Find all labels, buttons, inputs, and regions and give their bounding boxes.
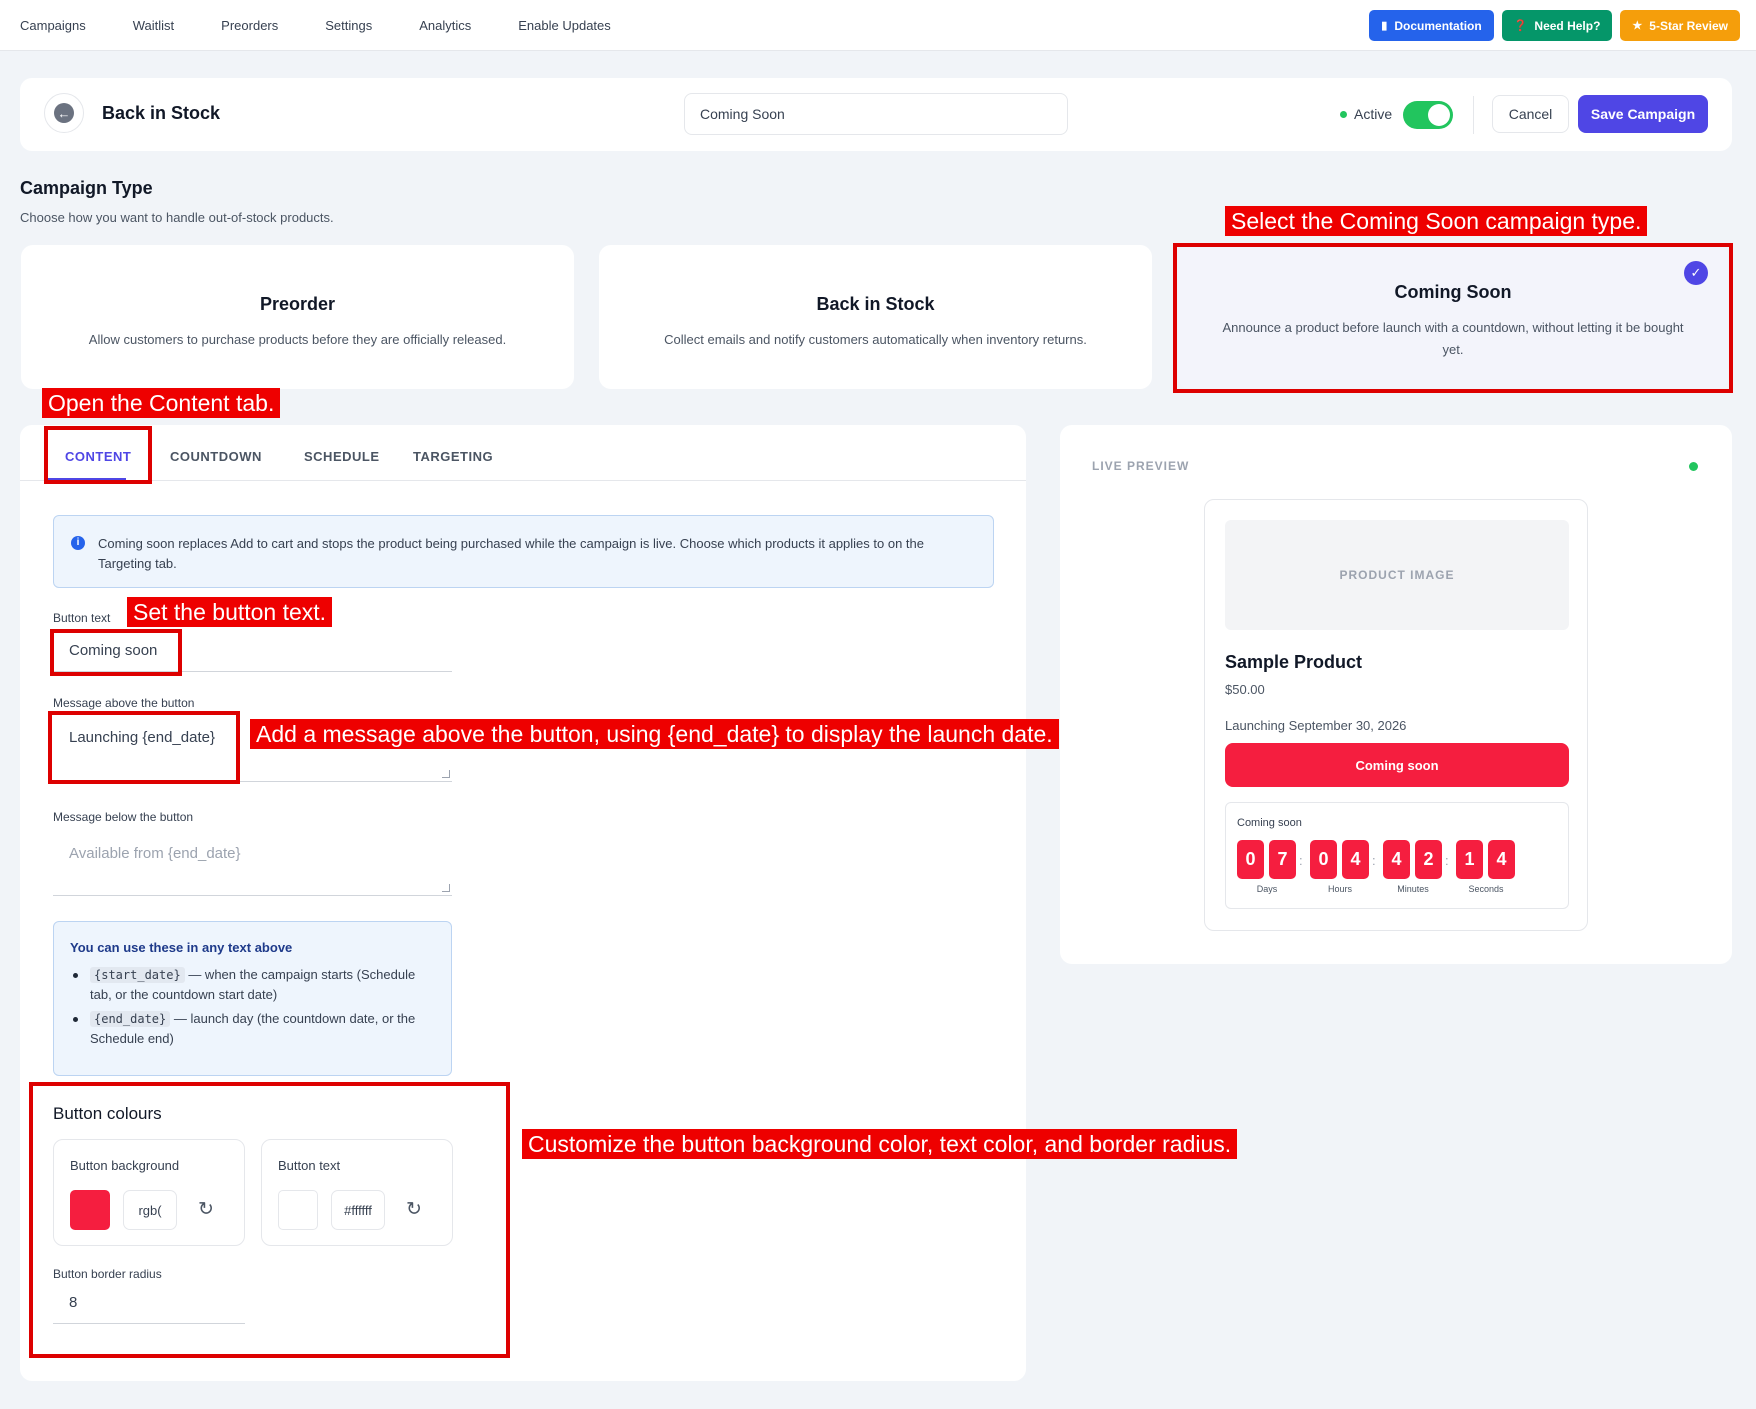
active-status: Active: [1340, 106, 1392, 122]
document-icon: ▮: [1381, 20, 1388, 32]
variable-item: {start_date} — when the campaign starts …: [70, 965, 435, 1005]
highlight-coming-soon: [1173, 243, 1733, 393]
top-nav: Campaigns Waitlist Preorders Settings An…: [0, 0, 1756, 51]
message-below-label: Message below the button: [53, 810, 194, 824]
campaign-name-input[interactable]: Coming Soon: [684, 93, 1068, 135]
variables-help: You can use these in any text above {sta…: [53, 921, 452, 1076]
product-preview-card: PRODUCT IMAGE Sample Product $50.00 Laun…: [1204, 499, 1588, 931]
nav-settings[interactable]: Settings: [325, 18, 372, 33]
page-title: Back in Stock: [102, 103, 221, 123]
review-label: 5-Star Review: [1649, 18, 1728, 33]
countdown-unit: Days: [1256, 884, 1278, 894]
live-preview-title: LIVE PREVIEW: [1092, 459, 1190, 473]
status-dot: [1340, 110, 1347, 118]
message-above-label: Message above the button: [53, 696, 195, 710]
countdown-colon: :: [1299, 853, 1303, 868]
back-button[interactable]: ←: [44, 93, 84, 133]
annotation-select-type: Select the Coming Soon campaign type.: [1225, 206, 1648, 236]
countdown-colon: :: [1445, 853, 1449, 868]
save-campaign-button[interactable]: Save Campaign: [1578, 95, 1708, 133]
info-text: Coming soon replaces Add to cart and sto…: [98, 536, 924, 571]
type-card-preorder[interactable]: Preorder Allow customers to purchase pro…: [21, 245, 574, 389]
highlight-message-above: [48, 711, 240, 784]
variable-code: {end_date}: [90, 1011, 171, 1027]
info-banner: i Coming soon replaces Add to cart and s…: [53, 515, 994, 588]
message-below-textarea[interactable]: Available from {end_date}: [53, 829, 452, 896]
resize-handle[interactable]: [442, 884, 450, 892]
active-label: Active: [1354, 106, 1393, 122]
question-circle-icon: ❓: [1513, 20, 1528, 32]
documentation-button[interactable]: ▮ Documentation: [1369, 10, 1494, 41]
highlight-button-text: [50, 629, 182, 676]
cancel-button[interactable]: Cancel: [1492, 95, 1569, 133]
countdown-unit: Minutes: [1397, 884, 1429, 894]
type-card-desc: Allow customers to purchase products bef…: [88, 332, 507, 347]
active-toggle[interactable]: [1403, 101, 1453, 129]
countdown-label: Coming soon: [1237, 817, 1302, 829]
countdown-digit: 4: [1342, 840, 1369, 879]
arrow-left-icon: ←: [54, 103, 74, 123]
message-below-placeholder: Available from {end_date}: [69, 845, 241, 862]
tab-countdown[interactable]: COUNTDOWN: [170, 449, 262, 464]
type-card-back-in-stock[interactable]: Back in Stock Collect emails and notify …: [599, 245, 1152, 389]
countdown-digit: 7: [1269, 840, 1296, 879]
countdown-unit: Hours: [1327, 884, 1352, 894]
campaign-type-title: Campaign Type: [20, 178, 153, 198]
nav-analytics[interactable]: Analytics: [419, 18, 471, 33]
button-text-label: Button text: [53, 611, 111, 625]
highlight-button-colours: [29, 1082, 510, 1358]
countdown-digit: 2: [1415, 840, 1442, 879]
tab-targeting[interactable]: TARGETING: [413, 449, 493, 464]
star-icon: ★: [1632, 20, 1643, 32]
divider: [1473, 96, 1474, 134]
need-help-label: Need Help?: [1534, 18, 1601, 33]
countdown-digit: 1: [1456, 840, 1483, 879]
live-dot: [1689, 462, 1698, 471]
tab-bar: CONTENT COUNTDOWN SCHEDULE TARGETING: [20, 425, 1026, 481]
annotation-message: Add a message above the button, using {e…: [250, 719, 1059, 749]
countdown-digit: 4: [1488, 840, 1515, 879]
type-card-title: Back in Stock: [816, 294, 935, 314]
nav-enable-updates[interactable]: Enable Updates: [518, 18, 611, 33]
launch-message: Launching September 30, 2026: [1225, 718, 1407, 733]
annotation-colours: Customize the button background color, t…: [522, 1129, 1238, 1159]
countdown-digit: 0: [1310, 840, 1337, 879]
campaign-type-subtitle: Choose how you want to handle out-of-sto…: [20, 210, 334, 225]
nav-campaigns[interactable]: Campaigns: [20, 18, 86, 33]
review-button[interactable]: ★ 5-Star Review: [1620, 10, 1740, 41]
preview-coming-soon-button: Coming soon: [1225, 743, 1569, 787]
info-icon: i: [71, 536, 85, 550]
campaign-header: ← Back in Stock Coming Soon Active Cance…: [20, 78, 1732, 151]
product-price: $50.00: [1225, 682, 1265, 697]
nav-waitlist[interactable]: Waitlist: [133, 18, 174, 33]
product-image-placeholder: PRODUCT IMAGE: [1225, 520, 1569, 630]
countdown-colon: :: [1372, 853, 1376, 868]
resize-handle[interactable]: [442, 770, 450, 778]
variable-code: {start_date}: [90, 967, 185, 983]
need-help-button[interactable]: ❓ Need Help?: [1501, 10, 1613, 41]
tab-schedule[interactable]: SCHEDULE: [304, 449, 380, 464]
type-card-desc: Collect emails and notify customers auto…: [664, 332, 1087, 347]
nav-links: Campaigns Waitlist Preorders Settings An…: [20, 0, 658, 51]
countdown-unit: Seconds: [1468, 884, 1504, 894]
variable-item: {end_date} — launch day (the countdown d…: [70, 1009, 435, 1049]
product-name: Sample Product: [1225, 652, 1363, 672]
annotation-content-tab: Open the Content tab.: [42, 388, 281, 418]
variables-heading: You can use these in any text above: [70, 940, 293, 955]
highlight-content-tab: [44, 426, 152, 484]
countdown-digit: 0: [1237, 840, 1264, 879]
live-preview: LIVE PREVIEW PRODUCT IMAGE Sample Produc…: [1060, 425, 1732, 964]
countdown-digit: 4: [1383, 840, 1410, 879]
countdown-box: Coming soon 0 7 : 0 4 : 4 2 : 1 4 Days H…: [1225, 802, 1569, 909]
nav-preorders[interactable]: Preorders: [221, 18, 278, 33]
documentation-label: Documentation: [1394, 18, 1482, 33]
type-card-title: Preorder: [259, 294, 336, 314]
toggle-knob: [1428, 104, 1450, 126]
annotation-button-text: Set the button text.: [127, 597, 333, 627]
